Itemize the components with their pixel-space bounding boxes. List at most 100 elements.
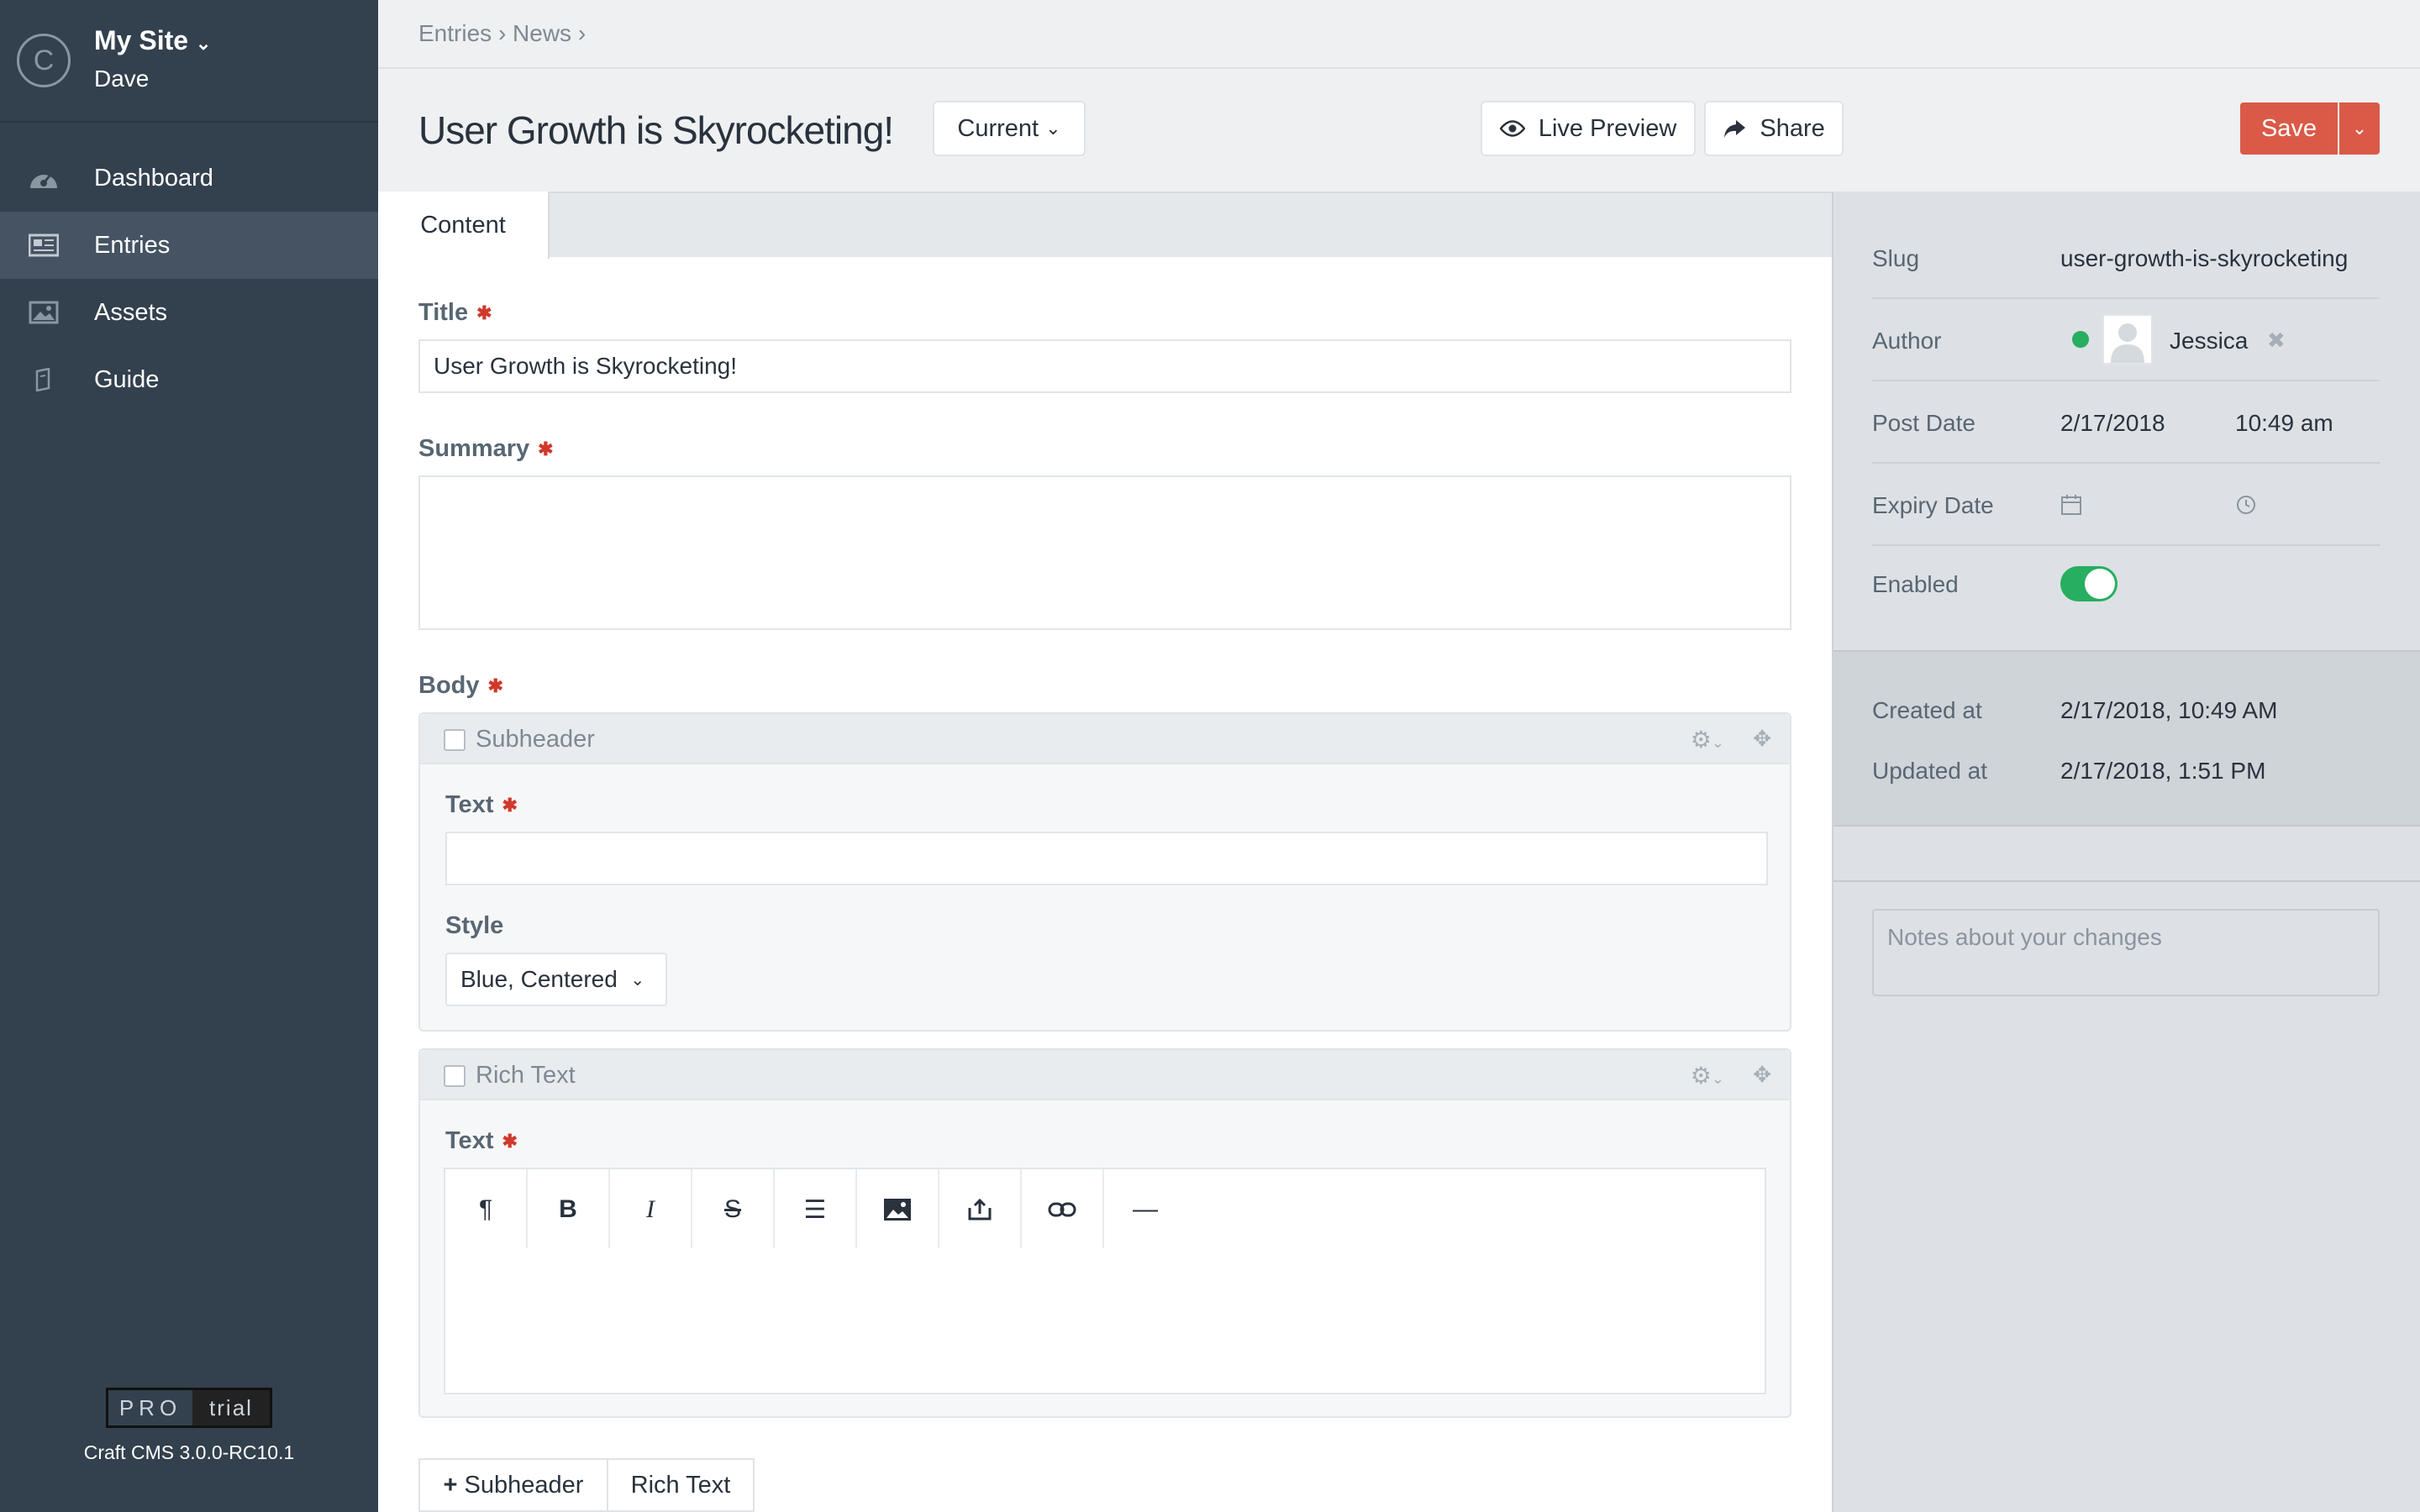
- upload-icon[interactable]: [939, 1169, 1022, 1250]
- title-label: Title ✱: [418, 299, 492, 326]
- sidebar-item-label: Assets: [94, 298, 168, 326]
- enabled-toggle[interactable]: [2060, 566, 2118, 601]
- post-time-input[interactable]: 10:49 am: [2235, 410, 2333, 437]
- calendar-icon[interactable]: [2060, 494, 2082, 520]
- revision-menu-button[interactable]: Current ⌄: [934, 102, 1084, 155]
- paragraph-icon[interactable]: ¶: [445, 1169, 528, 1250]
- eye-icon: [1499, 120, 1525, 137]
- site-logo[interactable]: C: [17, 34, 71, 87]
- dashboard-icon: [30, 174, 57, 188]
- add-rich-text-button[interactable]: Rich Text: [607, 1458, 755, 1512]
- breadcrumb-news[interactable]: News: [513, 20, 571, 46]
- updated-at-value: 2/17/2018, 1:51 PM: [2060, 758, 2266, 784]
- block-type-label: Rich Text: [476, 1062, 576, 1089]
- gear-icon[interactable]: ⚙⌄: [1691, 726, 1724, 753]
- breadcrumb-entries[interactable]: Entries: [418, 20, 492, 46]
- live-preview-button[interactable]: Live Preview: [1482, 102, 1694, 155]
- move-handle-icon[interactable]: ✥: [1753, 1062, 1771, 1088]
- subheader-text-label: Text ✱: [445, 791, 518, 818]
- link-icon[interactable]: [1022, 1169, 1104, 1250]
- bold-icon[interactable]: B: [528, 1169, 610, 1250]
- subheader-text-input[interactable]: [445, 832, 1768, 885]
- block-type-label: Subheader: [476, 726, 595, 753]
- page-title: User Growth is Skyrocketing!: [418, 108, 894, 152]
- status-dot-icon: [2072, 331, 2089, 348]
- sidebar-item-label: Dashboard: [94, 164, 213, 192]
- enabled-label: Enabled: [1872, 571, 1959, 597]
- list-icon[interactable]: ☰: [775, 1169, 857, 1250]
- updated-at-label: Updated at: [1872, 758, 1987, 784]
- site-switcher[interactable]: My Site ⌄: [94, 25, 211, 56]
- image-icon[interactable]: [857, 1169, 939, 1250]
- slug-label: Slug: [1872, 245, 1920, 271]
- italic-icon[interactable]: I: [610, 1169, 692, 1250]
- assets-icon: [29, 301, 59, 324]
- block-header: Rich Text ⚙⌄ ✥: [420, 1050, 1790, 1100]
- avatar: [2102, 314, 2153, 365]
- clock-icon[interactable]: [2235, 494, 2257, 520]
- summary-label: Summary ✱: [418, 435, 554, 462]
- plus-icon: +: [443, 1471, 458, 1499]
- rich-text-label: Text ✱: [445, 1127, 518, 1154]
- entry-meta-panel: [1832, 192, 2420, 1512]
- sidebar-item-label: Guide: [94, 365, 160, 393]
- chevron-down-icon: ⌄: [1045, 118, 1061, 139]
- meta-divider: [1872, 297, 2380, 299]
- rich-text-editor[interactable]: [444, 1248, 1766, 1394]
- share-icon: [1724, 120, 1746, 138]
- rich-text-toolbar: ¶ B I S ☰ —: [444, 1168, 1766, 1250]
- chevron-down-icon: ⌄: [195, 33, 212, 54]
- move-handle-icon[interactable]: ✥: [1753, 726, 1771, 752]
- matrix-block-subheader: Subheader ⚙⌄ ✥ Text ✱ Style Blue, Centere…: [418, 712, 1791, 1032]
- entries-icon: [29, 234, 59, 257]
- post-date-label: Post Date: [1872, 410, 1975, 436]
- breadcrumb: Entries › News ›: [418, 20, 587, 46]
- save-options-button[interactable]: ⌄: [2339, 102, 2380, 155]
- block-select-checkbox[interactable]: [444, 1065, 466, 1087]
- created-at-label: Created at: [1872, 697, 1982, 723]
- chevron-down-icon: ⌄: [630, 970, 645, 990]
- header-divider: [378, 67, 2420, 69]
- cms-version: Craft CMS 3.0.0-RC10.1: [83, 1441, 295, 1463]
- tab-bar: [378, 192, 1832, 257]
- sidebar-item-guide[interactable]: Guide: [0, 346, 378, 413]
- share-button[interactable]: Share: [1706, 102, 1842, 155]
- style-select[interactable]: Blue, Centered ⌄: [445, 953, 667, 1006]
- style-label: Style: [445, 912, 504, 939]
- strikethrough-icon[interactable]: S: [692, 1169, 775, 1250]
- block-header: Subheader ⚙⌄ ✥: [420, 714, 1790, 764]
- body-label: Body ✱: [418, 672, 503, 699]
- sidebar-item-entries[interactable]: Entries: [0, 212, 378, 279]
- meta-divider: [1872, 544, 2380, 546]
- site-name: My Site: [94, 25, 189, 55]
- sidebar-item-label: Entries: [94, 231, 171, 259]
- post-date-input[interactable]: 2/17/2018: [2060, 410, 2165, 437]
- author-name: Jessica: [2170, 328, 2249, 354]
- gear-icon[interactable]: ⚙⌄: [1691, 1062, 1724, 1089]
- created-at-value: 2/17/2018, 10:49 AM: [2060, 697, 2278, 723]
- expiry-date-label: Expiry Date: [1872, 492, 1994, 518]
- save-button[interactable]: Save: [2240, 102, 2338, 155]
- sidebar-divider: [0, 121, 378, 123]
- notes-divider: [1833, 880, 2420, 882]
- summary-textarea[interactable]: [418, 475, 1791, 630]
- add-subheader-button[interactable]: + Subheader: [418, 1458, 608, 1512]
- sidebar-item-dashboard[interactable]: Dashboard: [0, 144, 378, 212]
- tab-content[interactable]: Content: [378, 192, 550, 259]
- toggle-knob: [2085, 569, 2115, 599]
- author-label: Author: [1872, 328, 1942, 354]
- block-select-checkbox[interactable]: [444, 729, 466, 751]
- meta-divider: [1872, 380, 2380, 381]
- entry-timestamps: [1833, 650, 2420, 827]
- horizontal-rule-icon[interactable]: —: [1104, 1169, 1186, 1250]
- revision-notes-textarea[interactable]: Notes about your changes: [1872, 909, 2380, 996]
- slug-input[interactable]: user-growth-is-skyrocketing: [2060, 245, 2348, 272]
- remove-author-icon[interactable]: ✖: [2267, 328, 2286, 354]
- guide-icon: [35, 368, 50, 391]
- edition-badge[interactable]: PRO trial: [106, 1388, 272, 1428]
- title-input[interactable]: User Growth is Skyrocketing!: [418, 339, 1791, 393]
- sidebar-item-assets[interactable]: Assets: [0, 279, 378, 346]
- current-user[interactable]: Dave: [94, 66, 149, 92]
- chevron-down-icon: ⌄: [2351, 118, 2368, 139]
- user-icon: [2111, 323, 2144, 363]
